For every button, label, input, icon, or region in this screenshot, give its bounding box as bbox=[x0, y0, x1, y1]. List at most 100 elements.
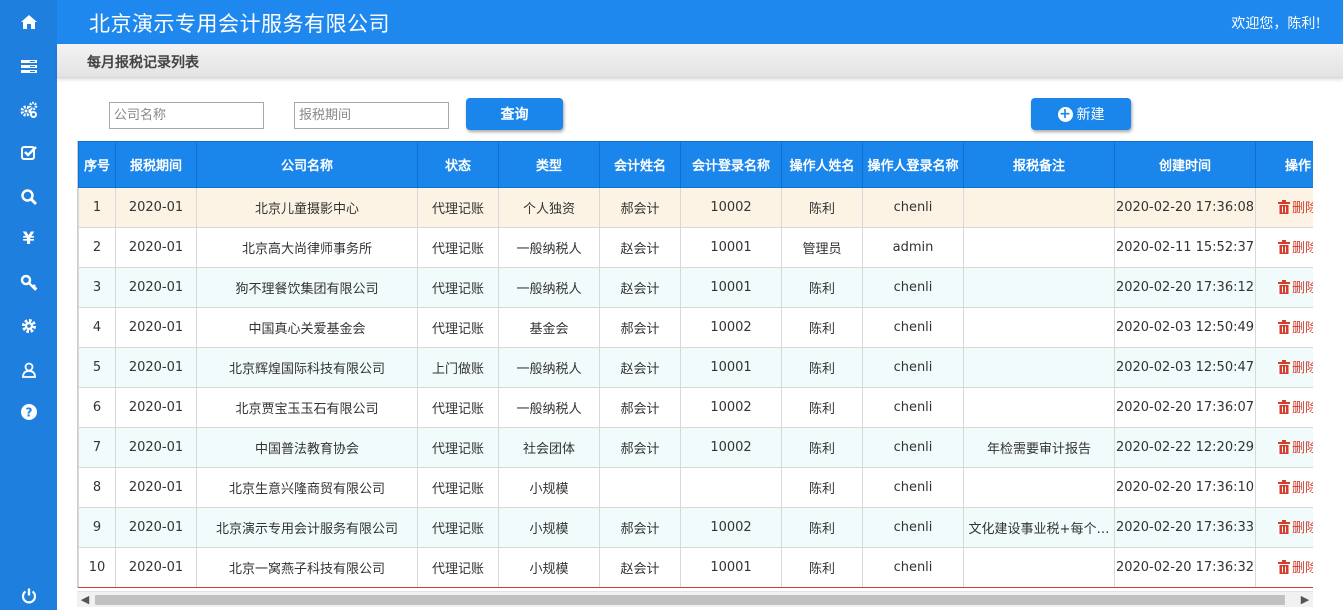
table-row[interactable]: 10 2020-01 北京一窝燕子科技有限公司 代理记账 小规模 赵会计 10001 陈利 ch… bbox=[78, 547, 1313, 588]
cell-status: 代理记账 bbox=[417, 187, 499, 228]
delete-label: 删除 bbox=[1291, 481, 1313, 497]
checkbox-icon[interactable] bbox=[0, 138, 57, 168]
tax-period-input[interactable] bbox=[294, 102, 449, 129]
delete-link[interactable]: 删除 bbox=[1277, 517, 1313, 536]
new-button[interactable]: + 新建 bbox=[1031, 98, 1131, 130]
column-header: 报税备注 bbox=[963, 141, 1115, 188]
company-name-input[interactable] bbox=[109, 102, 264, 129]
gears-icon[interactable] bbox=[0, 95, 57, 125]
cell-status: 代理记账 bbox=[417, 387, 499, 428]
cell-period: 2020-01 bbox=[115, 427, 197, 468]
delete-label: 删除 bbox=[1291, 361, 1313, 377]
cell-type: 小规模 bbox=[498, 467, 600, 508]
table-row[interactable]: 5 2020-01 北京辉煌国际科技有限公司 上门做账 一般纳税人 赵会计 10001 陈利 c… bbox=[78, 347, 1313, 388]
cog-icon[interactable] bbox=[0, 311, 57, 341]
cell-acc-login bbox=[680, 467, 782, 508]
delete-link[interactable]: 删除 bbox=[1277, 237, 1313, 256]
delete-link[interactable]: 删除 bbox=[1277, 197, 1313, 216]
cell-operator: 陈利 bbox=[781, 467, 863, 508]
cell-accountant: 赵会计 bbox=[599, 267, 681, 308]
cell-company: 北京高大尚律师事务所 bbox=[196, 227, 418, 268]
cell-accountant: 赵会计 bbox=[599, 227, 681, 268]
user-icon[interactable] bbox=[0, 355, 57, 385]
cell-type: 一般纳税人 bbox=[498, 227, 600, 268]
table-row[interactable]: 3 2020-01 狗不理餐饮集团有限公司 代理记账 一般纳税人 赵会计 10001 陈利 ch… bbox=[78, 267, 1313, 308]
cell-operator: 陈利 bbox=[781, 347, 863, 388]
page-title: 每月报税记录列表 bbox=[87, 55, 199, 71]
cell-actions: 删除 bbox=[1255, 267, 1313, 308]
cell-period: 2020-01 bbox=[115, 467, 197, 508]
cell-company: 中国普法教育协会 bbox=[196, 427, 418, 468]
power-icon[interactable] bbox=[0, 581, 57, 610]
list-icon[interactable] bbox=[0, 51, 57, 81]
column-header: 公司名称 bbox=[196, 141, 418, 188]
scroll-left-icon[interactable]: ◀ bbox=[77, 592, 93, 608]
cell-operator: 陈利 bbox=[781, 307, 863, 348]
cell-company: 狗不理餐饮集团有限公司 bbox=[196, 267, 418, 308]
cell-status: 代理记账 bbox=[417, 267, 499, 308]
delete-link[interactable]: 删除 bbox=[1277, 477, 1313, 497]
table-row[interactable]: 2 2020-01 北京高大尚律师事务所 代理记账 一般纳税人 赵会计 10001 管理员 ad… bbox=[78, 227, 1313, 268]
cell-acc-login: 10001 bbox=[680, 547, 782, 588]
table-row[interactable]: 8 2020-01 北京生意兴隆商贸有限公司 代理记账 小规模 陈利 chenli 2020-… bbox=[78, 467, 1313, 508]
cell-type: 一般纳税人 bbox=[498, 347, 600, 388]
cell-remark bbox=[963, 267, 1115, 308]
cell-created: 2020-02-22 12:20:29 bbox=[1114, 427, 1256, 468]
cell-accountant bbox=[599, 467, 681, 508]
delete-link[interactable]: 删除 bbox=[1277, 437, 1313, 457]
cell-remark bbox=[963, 307, 1115, 348]
delete-link[interactable]: 删除 bbox=[1277, 357, 1313, 377]
cell-type: 小规模 bbox=[498, 507, 600, 548]
header-bar: 北京演示专用会计服务有限公司 欢迎您，陈利! bbox=[57, 0, 1343, 44]
cell-no: 6 bbox=[78, 387, 116, 428]
home-icon[interactable] bbox=[0, 7, 57, 37]
cell-status: 代理记账 bbox=[417, 507, 499, 548]
delete-link[interactable]: 删除 bbox=[1277, 557, 1313, 576]
cell-actions: 删除 bbox=[1255, 507, 1313, 548]
table-row[interactable]: 1 2020-01 北京儿童摄影中心 代理记账 个人独资 郝会计 10002 陈利 chenli… bbox=[78, 187, 1313, 228]
scrollbar-thumb[interactable] bbox=[95, 595, 1285, 605]
cell-period: 2020-01 bbox=[115, 347, 197, 388]
cell-status: 代理记账 bbox=[417, 547, 499, 588]
cell-accountant: 郝会计 bbox=[599, 427, 681, 468]
cell-type: 个人独资 bbox=[498, 187, 600, 228]
cell-op-login: chenli bbox=[862, 387, 964, 428]
cell-remark bbox=[963, 467, 1115, 508]
delete-link[interactable]: 删除 bbox=[1277, 397, 1313, 416]
column-header: 序号 bbox=[78, 141, 116, 188]
table-row[interactable]: 6 2020-01 北京贾宝玉玉石有限公司 代理记账 一般纳税人 郝会计 10002 陈利 ch… bbox=[78, 387, 1313, 428]
cell-created: 2020-02-20 17:36:33 bbox=[1114, 507, 1256, 548]
cell-op-login: chenli bbox=[862, 347, 964, 388]
delete-link[interactable]: 删除 bbox=[1277, 317, 1313, 336]
records-table-container: 序号 报税期间 公司名称 状态 类型 会计姓名 会计登录名称 操作人姓名 操作人登录名称 报税备注… bbox=[77, 141, 1313, 588]
cell-no: 7 bbox=[78, 427, 116, 468]
cell-type: 一般纳税人 bbox=[498, 267, 600, 308]
cell-period: 2020-01 bbox=[115, 187, 197, 228]
cell-remark bbox=[963, 387, 1115, 428]
cell-period: 2020-01 bbox=[115, 507, 197, 548]
table-row[interactable]: 4 2020-01 中国真心关爱基金会 代理记账 基金会 郝会计 10002 陈利 chenli… bbox=[78, 307, 1313, 348]
cell-op-login: chenli bbox=[862, 467, 964, 508]
records-table: 序号 报税期间 公司名称 状态 类型 会计姓名 会计登录名称 操作人姓名 操作人登录名称 报税备注… bbox=[78, 141, 1313, 588]
cell-acc-login: 10002 bbox=[680, 187, 782, 228]
cell-no: 1 bbox=[78, 187, 116, 228]
key-icon[interactable] bbox=[0, 268, 57, 298]
cell-remark: 年检需要审计报告 bbox=[963, 427, 1115, 468]
cell-remark bbox=[963, 547, 1115, 588]
column-header: 会计登录名称 bbox=[680, 141, 782, 188]
table-header-row: 序号 报税期间 公司名称 状态 类型 会计姓名 会计登录名称 操作人姓名 操作人登录名称 报税备注… bbox=[78, 141, 1313, 188]
trash-icon bbox=[1277, 199, 1290, 214]
table-row[interactable]: 9 2020-01 北京演示专用会计服务有限公司 代理记账 小规模 郝会计 10002 陈利 c… bbox=[78, 507, 1313, 548]
table-row[interactable]: 7 2020-01 中国普法教育协会 代理记账 社会团体 郝会计 10002 陈利 chenli… bbox=[78, 427, 1313, 468]
scroll-right-icon[interactable]: ▶ bbox=[1297, 592, 1313, 608]
delete-label: 删除 bbox=[1291, 441, 1313, 457]
cell-accountant: 郝会计 bbox=[599, 507, 681, 548]
delete-link[interactable]: 删除 bbox=[1277, 277, 1313, 296]
search-icon[interactable] bbox=[0, 182, 57, 212]
horizontal-scrollbar[interactable]: ◀ ▶ bbox=[77, 591, 1313, 607]
yen-icon[interactable]: ¥ bbox=[0, 224, 57, 254]
query-button[interactable]: 查询 bbox=[466, 98, 563, 130]
cell-op-login: chenli bbox=[862, 427, 964, 468]
cell-actions: 删除 bbox=[1255, 187, 1313, 228]
help-icon[interactable]: ? bbox=[0, 397, 57, 427]
